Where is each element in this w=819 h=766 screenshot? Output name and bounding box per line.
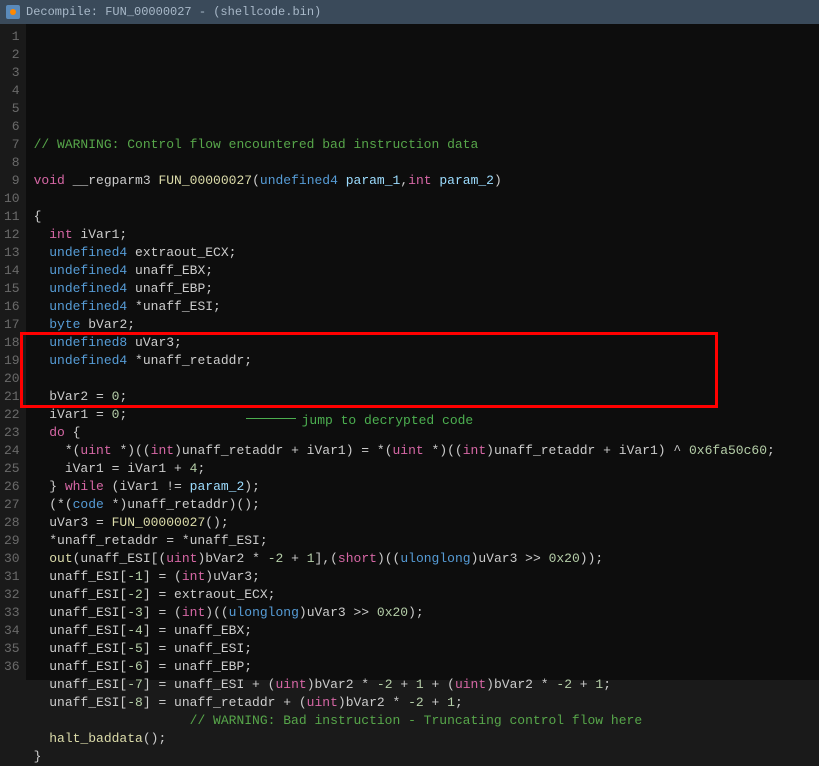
code-line[interactable]: int iVar1; bbox=[34, 226, 811, 244]
line-number: 7 bbox=[4, 136, 20, 154]
line-number: 21 bbox=[4, 388, 20, 406]
line-number: 32 bbox=[4, 586, 20, 604]
line-number: 4 bbox=[4, 82, 20, 100]
line-number: 16 bbox=[4, 298, 20, 316]
code-line[interactable] bbox=[34, 154, 811, 172]
code-line[interactable]: undefined4 unaff_EBX; bbox=[34, 262, 811, 280]
line-number: 31 bbox=[4, 568, 20, 586]
line-number: 6 bbox=[4, 118, 20, 136]
code-content[interactable]: jump to decrypted code // WARNING: Contr… bbox=[26, 24, 819, 680]
line-number: 28 bbox=[4, 514, 20, 532]
line-number: 20 bbox=[4, 370, 20, 388]
code-line[interactable]: // WARNING: Bad instruction - Truncating… bbox=[34, 712, 811, 730]
line-number: 10 bbox=[4, 190, 20, 208]
line-number: 24 bbox=[4, 442, 20, 460]
code-line[interactable]: uVar3 = FUN_00000027(); bbox=[34, 514, 811, 532]
code-line[interactable]: unaff_ESI[-1] = (int)uVar3; bbox=[34, 568, 811, 586]
decompile-icon bbox=[6, 5, 20, 19]
code-line[interactable]: *(uint *)((int)unaff_retaddr + iVar1) = … bbox=[34, 442, 811, 460]
line-number: 12 bbox=[4, 226, 20, 244]
code-line[interactable]: { bbox=[34, 208, 811, 226]
line-number: 22 bbox=[4, 406, 20, 424]
line-number: 17 bbox=[4, 316, 20, 334]
line-number: 14 bbox=[4, 262, 20, 280]
line-number: 33 bbox=[4, 604, 20, 622]
code-line[interactable]: *unaff_retaddr = *unaff_ESI; bbox=[34, 532, 811, 550]
line-number: 2 bbox=[4, 46, 20, 64]
window-title: Decompile: FUN_00000027 - (shellcode.bin… bbox=[26, 5, 321, 19]
line-number: 35 bbox=[4, 640, 20, 658]
line-number: 8 bbox=[4, 154, 20, 172]
code-line[interactable]: void __regparm3 FUN_00000027(undefined4 … bbox=[34, 172, 811, 190]
code-line[interactable]: unaff_ESI[-8] = unaff_retaddr + (uint)bV… bbox=[34, 694, 811, 712]
code-line[interactable]: undefined4 unaff_EBP; bbox=[34, 280, 811, 298]
code-line[interactable]: do { bbox=[34, 424, 811, 442]
code-line[interactable]: undefined4 extraout_ECX; bbox=[34, 244, 811, 262]
code-line[interactable]: iVar1 = iVar1 + 4; bbox=[34, 460, 811, 478]
line-number: 30 bbox=[4, 550, 20, 568]
code-line[interactable]: unaff_ESI[-6] = unaff_EBP; bbox=[34, 658, 811, 676]
code-line[interactable] bbox=[34, 190, 811, 208]
line-number: 9 bbox=[4, 172, 20, 190]
line-number: 26 bbox=[4, 478, 20, 496]
code-line[interactable] bbox=[34, 370, 811, 388]
code-line[interactable]: } bbox=[34, 748, 811, 766]
line-number: 5 bbox=[4, 100, 20, 118]
line-number: 3 bbox=[4, 64, 20, 82]
code-line[interactable]: // WARNING: Control flow encountered bad… bbox=[34, 136, 811, 154]
code-line[interactable]: undefined4 *unaff_ESI; bbox=[34, 298, 811, 316]
code-line[interactable]: out(unaff_ESI[(uint)bVar2 * -2 + 1],(sho… bbox=[34, 550, 811, 568]
line-number: 36 bbox=[4, 658, 20, 676]
line-number: 18 bbox=[4, 334, 20, 352]
code-line[interactable]: unaff_ESI[-5] = unaff_ESI; bbox=[34, 640, 811, 658]
code-line[interactable]: halt_baddata(); bbox=[34, 730, 811, 748]
line-number: 29 bbox=[4, 532, 20, 550]
line-number: 23 bbox=[4, 424, 20, 442]
code-line[interactable]: iVar1 = 0; bbox=[34, 406, 811, 424]
line-number: 1 bbox=[4, 28, 20, 46]
code-line[interactable]: byte bVar2; bbox=[34, 316, 811, 334]
code-line[interactable]: (*(code *)unaff_retaddr)(); bbox=[34, 496, 811, 514]
code-line[interactable]: unaff_ESI[-4] = unaff_EBX; bbox=[34, 622, 811, 640]
code-line[interactable]: bVar2 = 0; bbox=[34, 388, 811, 406]
code-line[interactable]: unaff_ESI[-2] = extraout_ECX; bbox=[34, 586, 811, 604]
titlebar: Decompile: FUN_00000027 - (shellcode.bin… bbox=[0, 0, 819, 24]
code-line[interactable]: } while (iVar1 != param_2); bbox=[34, 478, 811, 496]
code-line[interactable]: undefined4 *unaff_retaddr; bbox=[34, 352, 811, 370]
line-gutter: 1234567891011121314151617181920212223242… bbox=[0, 24, 26, 680]
line-number: 34 bbox=[4, 622, 20, 640]
line-number: 13 bbox=[4, 244, 20, 262]
line-number: 15 bbox=[4, 280, 20, 298]
code-editor[interactable]: 1234567891011121314151617181920212223242… bbox=[0, 24, 819, 680]
code-line[interactable] bbox=[34, 118, 811, 136]
line-number: 27 bbox=[4, 496, 20, 514]
code-line[interactable]: unaff_ESI[-7] = unaff_ESI + (uint)bVar2 … bbox=[34, 676, 811, 694]
line-number: 11 bbox=[4, 208, 20, 226]
line-number: 25 bbox=[4, 460, 20, 478]
code-line[interactable]: undefined8 uVar3; bbox=[34, 334, 811, 352]
line-number: 19 bbox=[4, 352, 20, 370]
code-line[interactable]: unaff_ESI[-3] = (int)((ulonglong)uVar3 >… bbox=[34, 604, 811, 622]
